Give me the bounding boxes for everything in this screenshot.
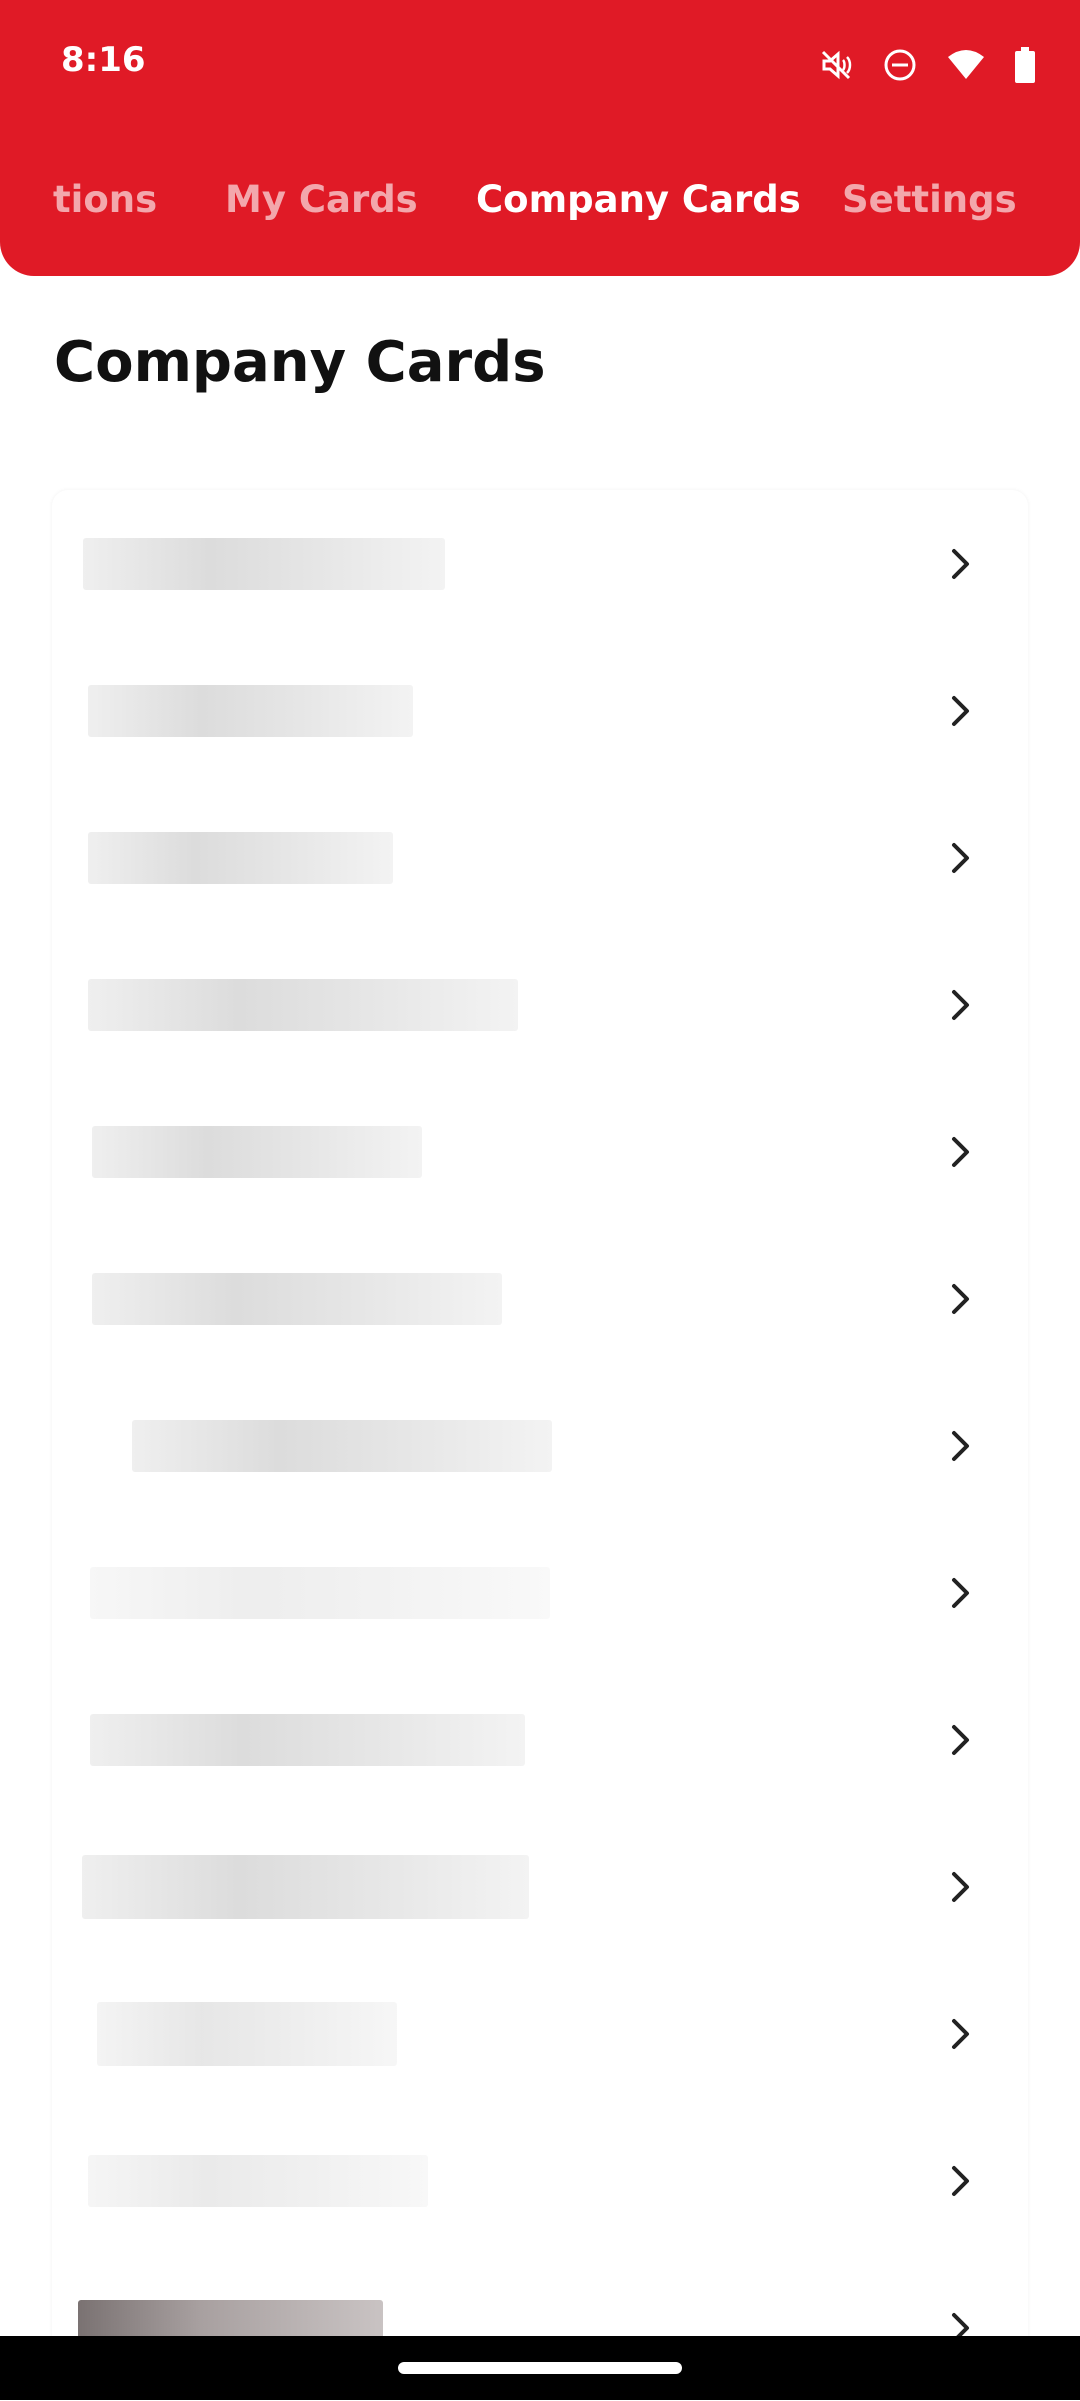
chevron-right-icon — [952, 1430, 969, 1461]
chevron-right-icon — [952, 989, 969, 1020]
blurred-card-name — [82, 1854, 529, 1919]
page-title: Company Cards — [54, 330, 546, 395]
list-item[interactable] — [52, 1960, 1028, 2107]
list-item[interactable] — [52, 1519, 1028, 1666]
list-item[interactable] — [52, 1372, 1028, 1519]
tab-transactions[interactable]: tions — [53, 168, 157, 232]
blurred-card-name — [88, 684, 413, 737]
company-cards-list — [52, 490, 1028, 2390]
blurred-card-name — [92, 1125, 422, 1178]
chevron-right-icon — [952, 1136, 969, 1167]
chevron-right-icon — [952, 2018, 969, 2049]
list-item[interactable] — [52, 1078, 1028, 1225]
home-gesture-handle[interactable] — [398, 2362, 682, 2374]
blurred-card-name — [97, 2001, 397, 2066]
chevron-right-icon — [952, 695, 969, 726]
list-item[interactable] — [52, 637, 1028, 784]
tab-company-cards[interactable]: Company Cards — [476, 168, 801, 232]
blurred-card-name — [90, 1566, 550, 1619]
chevron-right-icon — [952, 1283, 969, 1314]
battery-icon — [1014, 47, 1036, 83]
blurred-card-name — [88, 2154, 428, 2207]
chevron-right-icon — [952, 1871, 969, 1902]
blurred-card-name — [88, 978, 518, 1031]
list-item[interactable] — [52, 1813, 1028, 1960]
tab-bar: tions My Cards Company Cards Settings — [0, 168, 1080, 232]
list-item[interactable] — [52, 490, 1028, 637]
chevron-right-icon — [952, 548, 969, 579]
system-navigation-bar — [0, 2336, 1080, 2400]
blurred-card-name — [90, 1713, 525, 1766]
list-item[interactable] — [52, 2107, 1028, 2254]
blurred-card-name — [83, 537, 445, 590]
list-item[interactable] — [52, 784, 1028, 931]
tab-settings[interactable]: Settings — [842, 168, 1017, 232]
list-item[interactable] — [52, 1225, 1028, 1372]
status-icons — [818, 44, 1036, 86]
list-item[interactable] — [52, 1666, 1028, 1813]
chevron-right-icon — [952, 842, 969, 873]
chevron-right-icon — [952, 2165, 969, 2196]
tab-my-cards[interactable]: My Cards — [225, 168, 418, 232]
wifi-icon — [946, 47, 986, 83]
status-time: 8:16 — [61, 40, 146, 80]
blurred-card-name — [88, 831, 393, 884]
mute-icon — [818, 47, 854, 83]
chevron-right-icon — [952, 1724, 969, 1755]
chevron-right-icon — [952, 1577, 969, 1608]
blurred-card-name — [132, 1419, 552, 1472]
list-item[interactable] — [52, 931, 1028, 1078]
app-header: 8:16 tions My Cards Company Cards Settin… — [0, 0, 1080, 276]
blurred-card-name — [92, 1272, 502, 1325]
dnd-icon — [882, 47, 918, 83]
